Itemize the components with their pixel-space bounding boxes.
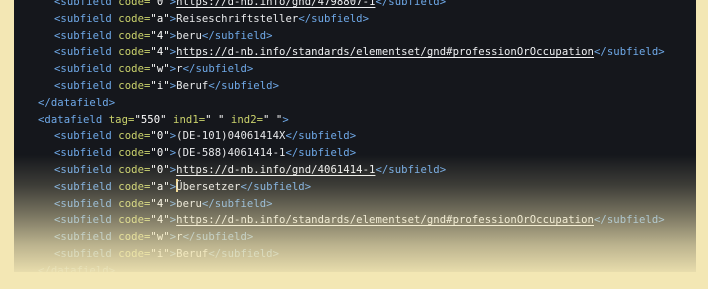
close-tag: </subfield> [182, 231, 254, 244]
code-line[interactable]: <subfield code="4">https://d-nb.info/sta… [38, 44, 665, 61]
attr-name: code= [118, 0, 151, 8]
attr-name: code= [118, 130, 151, 143]
attr-name: code= [118, 63, 151, 76]
subfield-text: (DE-101)04061414X [176, 130, 286, 143]
close-tag: </subfield> [201, 29, 273, 42]
close-tag: </subfield> [182, 63, 254, 76]
code-line[interactable]: <subfield code="w">r</subfield> [38, 229, 665, 246]
close-datafield-tag: </datafield> [38, 96, 116, 109]
code-line[interactable]: <subfield code="0">(DE-101)04061414X</su… [38, 128, 665, 145]
code-line[interactable]: <subfield code="a">Übersetzer</subfield> [38, 178, 665, 196]
attr-name: code= [118, 79, 151, 92]
subfield-text: beru [176, 197, 202, 210]
url-text: https://d-nb.info/standards/elementset/g… [176, 46, 594, 59]
open-tag: <subfield [54, 0, 119, 8]
close-tag: </subfield> [208, 79, 280, 92]
code-line[interactable]: <subfield code="0">https://d-nb.info/gnd… [38, 162, 665, 179]
url-text: https://d-nb.info/standards/elementset/g… [176, 214, 594, 227]
subfield-text: Übersetzer [176, 180, 241, 193]
close-datafield-tag: </datafield> [38, 264, 116, 272]
code-line[interactable]: <datafield tag="550" ind1=" " ind2=" "> [38, 112, 665, 129]
close-tag: </subfield> [201, 197, 273, 210]
attr-name: code= [118, 197, 151, 210]
open-tag: <subfield [54, 231, 119, 244]
open-datafield-tag: <datafield [38, 113, 109, 126]
open-tag: <subfield [54, 63, 119, 76]
code-line[interactable]: </datafield> [38, 95, 665, 112]
close-tag: </subfield> [594, 214, 665, 227]
close-tag: </subfield> [285, 147, 357, 160]
code-line[interactable]: <subfield code="0">(DE-588)4061414-1</su… [38, 145, 665, 162]
code-line[interactable]: <subfield code="4">https://d-nb.info/sta… [38, 212, 665, 229]
code-line[interactable]: <subfield code="i">Beruf</subfield> [38, 78, 665, 95]
subfield-text: Beruf [176, 247, 209, 260]
code-line[interactable]: <subfield code="4">beru</subfield> [38, 196, 665, 213]
close-tag: </subfield> [240, 180, 312, 193]
attr-name: code= [118, 214, 151, 227]
close-tag: </subfield> [594, 46, 665, 59]
open-tag: <subfield [54, 247, 119, 260]
close-tag: </subfield> [375, 163, 447, 176]
open-tag: <subfield [54, 197, 119, 210]
close-tag: </subfield> [208, 247, 280, 260]
xml-source: <subfield code="0">https://d-nb.info/gnd… [38, 0, 665, 272]
attr-name: code= [118, 46, 151, 59]
subfield-text: Reiseschriftsteller [176, 12, 299, 25]
tag-value: 550 [140, 113, 161, 126]
attr-name: code= [118, 163, 151, 176]
code-line[interactable]: <subfield code="0">https://d-nb.info/gnd… [38, 0, 665, 11]
open-tag: <subfield [54, 180, 119, 193]
close-tag: </subfield> [298, 12, 370, 25]
close-tag: </subfield> [375, 0, 447, 8]
subfield-text: Beruf [176, 79, 209, 92]
attr-name: code= [118, 231, 151, 244]
open-tag: <subfield [54, 79, 119, 92]
attr-name: tag= [108, 113, 135, 126]
attr-name: code= [118, 29, 151, 42]
attr-name: ind2= [230, 113, 264, 126]
open-tag: <subfield [54, 214, 119, 227]
attr-name: code= [118, 247, 151, 260]
open-tag: <subfield [54, 130, 119, 143]
code-editor[interactable]: <subfield code="0">https://d-nb.info/gnd… [14, 0, 696, 272]
close-tag: </subfield> [285, 130, 357, 143]
attr-name: ind1= [173, 113, 206, 126]
open-tag: <subfield [54, 12, 119, 25]
code-line[interactable]: <subfield code="w">r</subfield> [38, 61, 665, 78]
code-line[interactable]: <subfield code="4">beru</subfield> [38, 28, 665, 45]
url-text: https://d-nb.info/gnd/4061414-1 [176, 163, 376, 176]
photo-frame: <subfield code="0">https://d-nb.info/gnd… [0, 0, 708, 289]
subfield-text: (DE-588)4061414-1 [176, 147, 286, 160]
code-line[interactable]: <subfield code="i">Beruf</subfield> [38, 246, 665, 263]
attr-name: code= [118, 180, 151, 193]
open-tag: <subfield [54, 147, 119, 160]
code-line[interactable]: </datafield> [38, 263, 665, 272]
subfield-text: beru [176, 29, 202, 42]
open-tag: <subfield [54, 163, 119, 176]
open-tag: <subfield [54, 29, 119, 42]
code-line[interactable]: <subfield code="a">Reiseschriftsteller</… [38, 11, 665, 28]
url-text: https://d-nb.info/gnd/4798807-1 [176, 0, 376, 8]
attr-name: code= [118, 147, 151, 160]
open-tag: <subfield [54, 46, 119, 59]
attr-name: code= [118, 12, 151, 25]
